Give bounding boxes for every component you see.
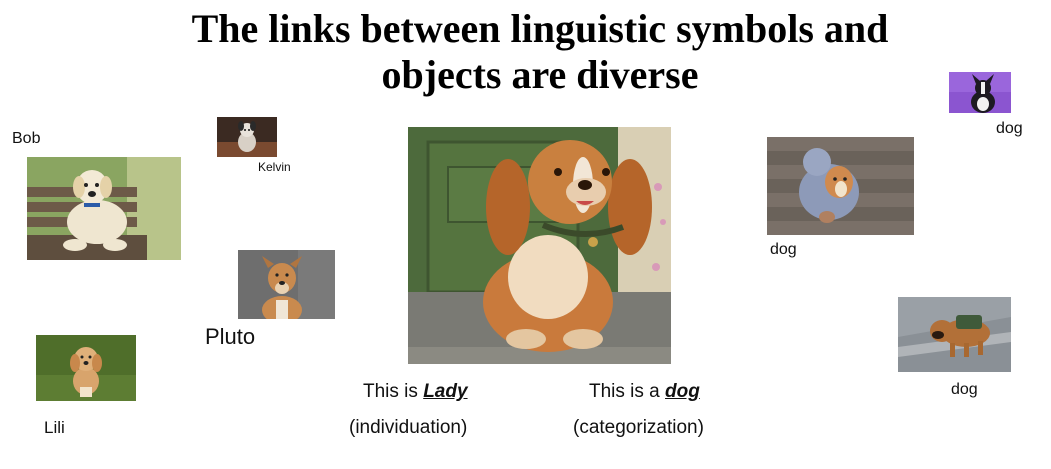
individuation-caption: (individuation) xyxy=(349,417,468,438)
slide-title: The links between linguistic symbols and… xyxy=(0,6,1051,98)
slide-title-line-2: objects are diverse xyxy=(381,52,699,97)
lady-caption-prefix: This is xyxy=(363,381,424,402)
lili-dog-photo xyxy=(36,335,136,401)
bob-label: Bob xyxy=(12,130,41,147)
pluto-label: Pluto xyxy=(205,324,256,349)
kelvin-dog-photo xyxy=(217,117,277,157)
lady-name: Lady xyxy=(423,381,468,402)
dog-photo-middle-right xyxy=(767,137,914,235)
lady-caption: This is Lady xyxy=(363,381,468,403)
dog-caption: This is a dog xyxy=(589,381,700,403)
categorization-caption: (categorization) xyxy=(573,417,704,438)
bob-dog-photo xyxy=(27,157,181,260)
dog-caption-prefix: This is a xyxy=(589,381,666,402)
lili-label: Lili xyxy=(44,418,65,437)
lady-dog-photo xyxy=(408,127,671,364)
dog-photo-top-right xyxy=(949,72,1011,113)
dog-label-top-right: dog xyxy=(996,120,1023,137)
slide-title-line-1: The links between linguistic symbols and xyxy=(191,6,889,51)
dog-word: dog xyxy=(665,381,700,402)
dog-label-middle-right: dog xyxy=(770,241,797,258)
pluto-dog-photo xyxy=(238,250,335,319)
dog-label-bottom-right: dog xyxy=(951,381,978,398)
kelvin-label: Kelvin xyxy=(258,160,291,174)
dog-photo-bottom-right xyxy=(898,297,1011,372)
